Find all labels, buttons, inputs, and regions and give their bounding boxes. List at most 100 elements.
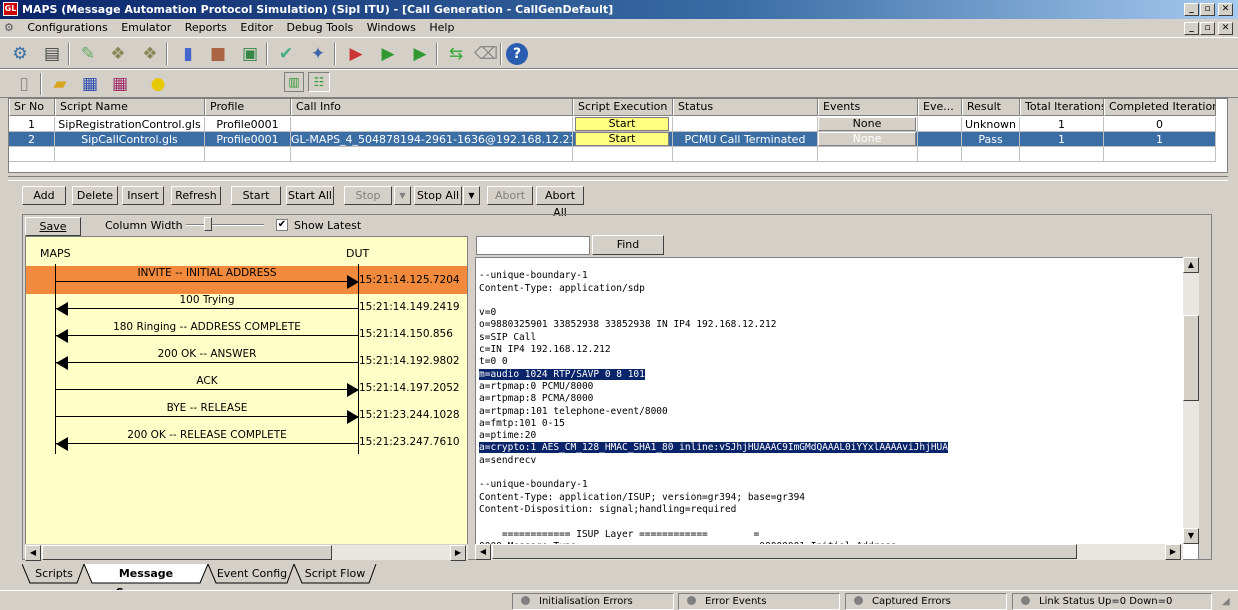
mdi-child-icon[interactable]: ⚙ bbox=[0, 19, 19, 37]
save-ladder-button[interactable]: Save bbox=[25, 217, 81, 236]
column-header-status[interactable]: Status bbox=[673, 99, 818, 116]
menu-debug-tools[interactable]: Debug Tools bbox=[281, 19, 358, 37]
column-header-call-info[interactable]: Call Info bbox=[291, 99, 573, 116]
ladder-message[interactable]: 200 OK -- RELEASE COMPLETE 15:21:23.247.7… bbox=[26, 429, 467, 455]
new-file-icon[interactable]: ▯ bbox=[12, 72, 36, 96]
help-icon[interactable]: ? bbox=[506, 43, 528, 65]
scroll-thumb[interactable] bbox=[42, 545, 332, 560]
profile-editor-icon[interactable]: ✎ bbox=[76, 42, 100, 66]
table-row-cell-call-info[interactable]: GL-MAPS_4_504878194-2961-1636@192.168.12… bbox=[291, 132, 573, 147]
run-green-icon[interactable]: ▶ bbox=[376, 42, 400, 66]
bulk-call-icon[interactable]: ▮ bbox=[176, 42, 200, 66]
ladder-hscrollbar[interactable]: ◀ ▶ bbox=[25, 544, 468, 561]
ladder-message[interactable]: 100 Trying 15:21:14.149.2419 bbox=[26, 294, 467, 320]
column-header-result[interactable]: Result bbox=[962, 99, 1020, 116]
column-header-events[interactable]: Events bbox=[818, 99, 918, 116]
column-header-script-execution[interactable]: Script Execution bbox=[573, 99, 673, 116]
mdi-close-button[interactable]: ✕ bbox=[1218, 22, 1233, 35]
run-red-icon[interactable]: ▶ bbox=[344, 42, 368, 66]
column-header-sr-no[interactable]: Sr No bbox=[9, 99, 55, 116]
start-all-button[interactable]: Start All bbox=[286, 186, 334, 205]
status-initialisation-errors[interactable]: Initialisation Errors bbox=[512, 593, 674, 610]
scroll-right-icon[interactable]: ▶ bbox=[450, 545, 466, 561]
table-row-cell-script[interactable]: SipCallControl.gls bbox=[55, 132, 205, 147]
mdi-minimize-button[interactable]: _ bbox=[1184, 22, 1199, 35]
minimize-button[interactable]: _ bbox=[1184, 3, 1199, 16]
start-button[interactable]: Start bbox=[231, 186, 281, 205]
stop-all-button[interactable]: Stop All bbox=[414, 186, 462, 205]
column-header-profile[interactable]: Profile bbox=[205, 99, 291, 116]
mdi-restore-button[interactable]: ▫ bbox=[1200, 22, 1215, 35]
toolbox-icon[interactable]: ■ bbox=[206, 42, 230, 66]
run-pause-icon[interactable]: ▶ bbox=[408, 42, 432, 66]
menu-windows[interactable]: Windows bbox=[362, 19, 421, 37]
hscroll-thumb[interactable] bbox=[492, 544, 1077, 559]
scroll-left-icon[interactable]: ◀ bbox=[475, 544, 491, 560]
status-error-events[interactable]: Error Events bbox=[678, 593, 840, 610]
call-receive-icon[interactable]: ❖ bbox=[138, 42, 162, 66]
add-button[interactable]: Add bbox=[22, 186, 66, 205]
column-header-script-name[interactable]: Script Name bbox=[55, 99, 205, 116]
find-input[interactable] bbox=[476, 236, 590, 255]
table-row-cell-profile[interactable]: Profile0001 bbox=[205, 132, 291, 147]
tab-scripts[interactable]: Scripts bbox=[30, 564, 78, 583]
scroll-right-icon[interactable]: ▶ bbox=[1165, 544, 1181, 560]
table-row-cell-script[interactable]: SipRegistrationControl.gls bbox=[55, 117, 205, 132]
scroll-up-icon[interactable]: ▲ bbox=[1183, 257, 1199, 273]
message-decode-text[interactable]: --unique-boundary-1 Content-Type: applica… bbox=[475, 257, 1199, 560]
lightbulb-icon[interactable]: ● bbox=[146, 72, 170, 96]
close-button[interactable]: ✕ bbox=[1218, 3, 1233, 16]
column-header-total-iterations[interactable]: Total Iterations bbox=[1020, 99, 1104, 116]
check-icon[interactable]: ✔ bbox=[274, 42, 298, 66]
abort-button[interactable]: Abort bbox=[487, 186, 533, 205]
ladder-message[interactable]: 200 OK -- ANSWER 15:21:14.192.9802 bbox=[26, 348, 467, 374]
menu-editor[interactable]: Editor bbox=[235, 19, 278, 37]
clear-icon[interactable]: ⌫ bbox=[474, 42, 498, 66]
events-button[interactable]: None bbox=[818, 117, 916, 131]
stop-dropdown-icon[interactable]: ▼ bbox=[394, 186, 411, 205]
stop-all-dropdown-icon[interactable]: ▼ bbox=[463, 186, 480, 205]
open-folder-icon[interactable]: ▰ bbox=[48, 72, 72, 96]
delete-button[interactable]: Delete bbox=[72, 186, 118, 205]
events-button[interactable]: None bbox=[818, 132, 916, 146]
tab-message-sequence[interactable]: Message Sequence bbox=[88, 564, 204, 599]
scroll-down-icon[interactable]: ▼ bbox=[1183, 528, 1199, 544]
start-script-button[interactable]: Start bbox=[575, 117, 669, 131]
stop-button[interactable]: Stop bbox=[344, 186, 392, 205]
menu-reports[interactable]: Reports bbox=[180, 19, 232, 37]
ladder-message[interactable]: INVITE -- INITIAL ADDRESS 15:21:14.125.72… bbox=[26, 267, 467, 293]
table-row-cell-sr[interactable]: 2 bbox=[9, 132, 55, 147]
transfer-icon[interactable]: ⇆ bbox=[444, 42, 468, 66]
ladder-message[interactable]: 180 Ringing -- ADDRESS COMPLETE 15:21:14.… bbox=[26, 321, 467, 347]
save-as-icon[interactable]: ▦ bbox=[108, 72, 132, 96]
ladder-message[interactable]: BYE -- RELEASE 15:21:23.244.1028 bbox=[26, 402, 467, 428]
show-latest-checkbox[interactable]: ✔ bbox=[276, 219, 288, 231]
status-captured-errors[interactable]: Captured Errors bbox=[845, 593, 1007, 610]
splitter[interactable] bbox=[8, 176, 1228, 181]
start-script-button[interactable]: Start bbox=[575, 132, 669, 146]
view-list-icon[interactable]: ▥ bbox=[284, 72, 304, 92]
column-width-slider-track[interactable] bbox=[186, 224, 264, 226]
settings-wrench-icon[interactable]: ✦ bbox=[306, 42, 330, 66]
view-tree-icon[interactable]: ☷ bbox=[308, 72, 330, 92]
ladder-message[interactable]: ACK 15:21:14.197.2052 bbox=[26, 375, 467, 401]
column-header-eve[interactable]: Eve... bbox=[918, 99, 962, 116]
text-hscrollbar[interactable]: ◀ ▶ bbox=[475, 544, 1183, 560]
table-row-cell-call-info[interactable] bbox=[291, 117, 573, 132]
insert-button[interactable]: Insert bbox=[122, 186, 164, 205]
menu-configurations[interactable]: Configurations bbox=[22, 19, 112, 37]
refresh-button[interactable]: Refresh bbox=[171, 186, 221, 205]
table-row-cell-sr[interactable]: 1 bbox=[9, 117, 55, 132]
tab-event-config[interactable]: Event Config bbox=[212, 564, 292, 583]
menu-help[interactable]: Help bbox=[424, 19, 459, 37]
menu-emulator[interactable]: Emulator bbox=[116, 19, 176, 37]
network-icon[interactable]: ▣ bbox=[238, 42, 262, 66]
tab-script-flow[interactable]: Script Flow bbox=[298, 564, 372, 583]
restore-button[interactable]: ▫ bbox=[1200, 3, 1215, 16]
resize-grip-icon[interactable]: ◢ bbox=[1222, 596, 1230, 607]
configure-gear-icon[interactable]: ⚙ bbox=[8, 42, 32, 66]
find-button[interactable]: Find bbox=[592, 235, 664, 255]
save-icon[interactable]: ▦ bbox=[78, 72, 102, 96]
scroll-left-icon[interactable]: ◀ bbox=[25, 545, 41, 561]
call-generation-icon[interactable]: ❖ bbox=[106, 42, 130, 66]
